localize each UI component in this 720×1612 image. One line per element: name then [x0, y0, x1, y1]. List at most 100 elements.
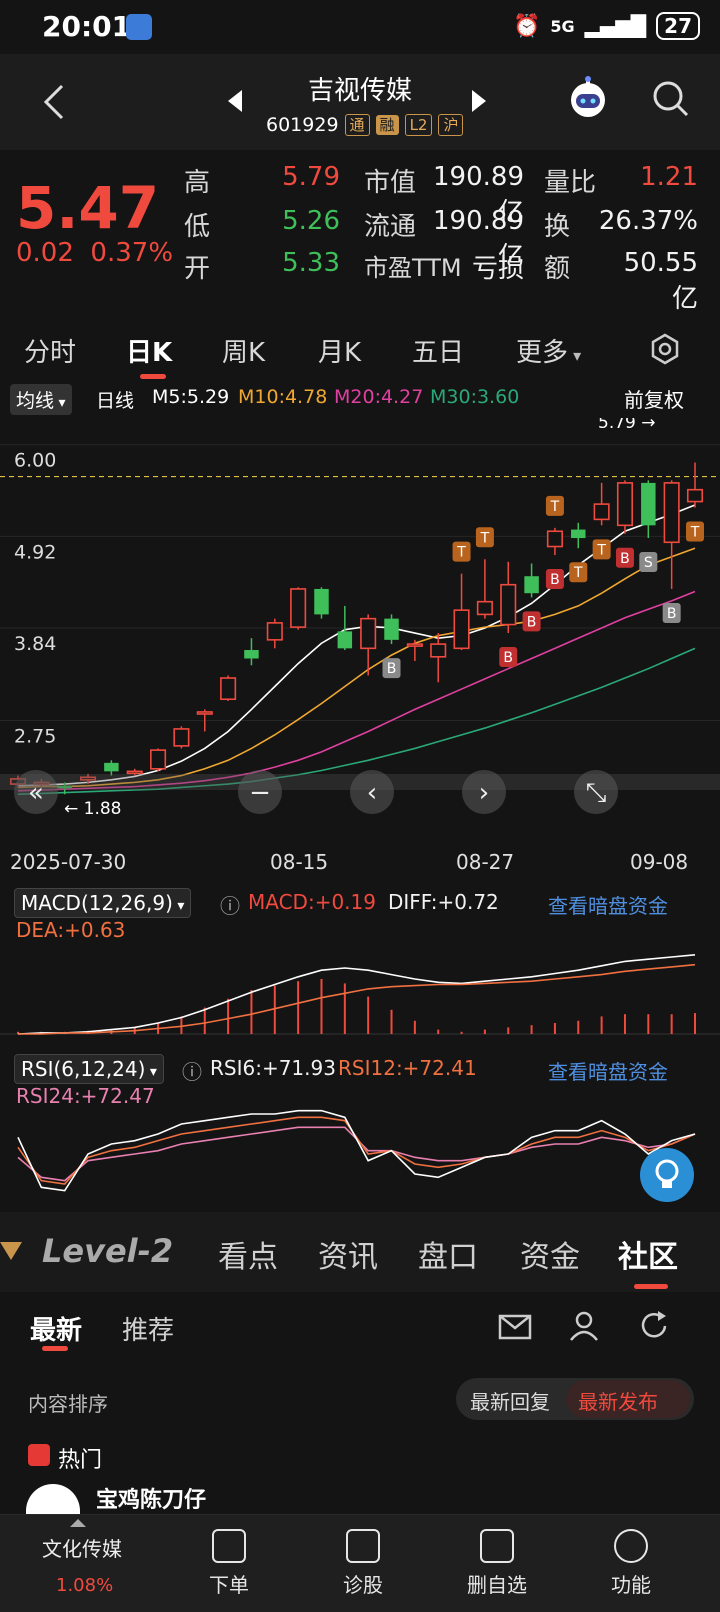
trade-marker-label: B: [620, 551, 630, 567]
ma-legend: 均线 ▾ 日线 M5:5.29 M10:4.78 M20:4.27 M30:3.…: [0, 382, 720, 418]
tab-fund-flow[interactable]: 资金: [520, 1232, 580, 1276]
tab-intraday[interactable]: 分时: [24, 332, 76, 369]
ma-dropdown[interactable]: 均线 ▾: [10, 384, 72, 415]
candle-body: [244, 650, 259, 659]
macd-value: MACD:+0.19: [248, 890, 376, 914]
turnover-label: 换: [544, 212, 571, 242]
status-bar: 20:01 ⏰ 5G ▂▄▆█ 27: [0, 0, 720, 54]
tab-news[interactable]: 资讯: [318, 1232, 378, 1276]
rsi-dark-fund-link[interactable]: 查看暗盘资金: [548, 1056, 668, 1085]
candle-body: [593, 503, 610, 521]
candle-body: [150, 749, 167, 770]
volratio-value: 1.21: [640, 162, 698, 192]
stock-code: 601929: [266, 114, 339, 136]
help-icon[interactable]: ⓘ: [182, 1056, 202, 1085]
assistant-robot-icon[interactable]: [566, 76, 610, 120]
tab-recommended[interactable]: 推荐: [122, 1310, 174, 1347]
trade-marker-label: T: [550, 499, 560, 515]
hot-section: 热门 宝鸡陈刀仔: [0, 1442, 720, 1514]
nav-diagnose[interactable]: 诊股: [308, 1529, 418, 1598]
sort-latest-reply[interactable]: 最新回复: [470, 1386, 550, 1415]
stock-code-row: 601929 通 融 L2 沪: [266, 114, 464, 136]
tab-level2[interactable]: Level-2: [42, 1232, 173, 1270]
lightbulb-icon[interactable]: [640, 1148, 694, 1202]
date-label-3: 09-08: [630, 850, 689, 874]
tab-daily-k[interactable]: 日K: [126, 332, 172, 369]
tag-rong: 融: [375, 115, 399, 135]
rsi-dropdown-label: RSI(6,12,24): [21, 1057, 146, 1081]
tab-five-day[interactable]: 五日: [412, 332, 464, 369]
nav-remove-watchlist[interactable]: 删自选: [442, 1529, 552, 1598]
rsi24-line: [17, 1126, 696, 1182]
macd-dropdown[interactable]: MACD(12,26,9) ▾: [14, 888, 192, 918]
nav-order[interactable]: 下单: [174, 1529, 284, 1598]
y-axis-labels: 6.00 4.92 3.84 2.75 5.79 → ← 1.88: [14, 418, 656, 819]
refresh-icon[interactable]: [638, 1310, 670, 1342]
tab-latest[interactable]: 最新: [30, 1310, 82, 1347]
ma30-value: M30:3.60: [430, 386, 520, 408]
help-icon[interactable]: ⓘ: [220, 890, 240, 919]
active-subtab-underline: [42, 1346, 68, 1351]
sector-name[interactable]: 文化传媒: [42, 1533, 122, 1562]
tag-l2: L2: [404, 114, 433, 136]
low-label: 低: [184, 212, 211, 242]
search-icon[interactable]: [650, 78, 690, 118]
period-label: 日线: [96, 390, 135, 412]
function-icon: [614, 1529, 648, 1563]
post-username[interactable]: 宝鸡陈刀仔: [96, 1482, 206, 1514]
amount-value: 50.55亿: [623, 248, 698, 314]
candle-body: [266, 622, 283, 641]
status-icons: ⏰ 5G ▂▄▆█ 27: [513, 12, 700, 40]
settings-icon[interactable]: [648, 332, 682, 366]
candle-body: [104, 762, 119, 772]
high-label: 高: [184, 168, 211, 198]
macd-dark-fund-link[interactable]: 查看暗盘资金: [548, 890, 668, 919]
trade-marker-label: B: [503, 650, 513, 666]
tab-more[interactable]: 更多 ▾: [516, 332, 581, 369]
change-value: 0.02: [16, 238, 74, 268]
nav-function[interactable]: 功能: [576, 1529, 686, 1598]
tab-monthly-k[interactable]: 月K: [318, 332, 361, 369]
mail-icon[interactable]: [498, 1312, 532, 1342]
candlestick-chart[interactable]: BTTBBBTTTB SBT 6.004.923.842.755.79 →← 1.…: [0, 418, 720, 838]
candle-body: [476, 600, 493, 616]
content-sorting: 内容排序 最新回复 最新发布: [0, 1372, 720, 1442]
m10-line: [17, 547, 696, 789]
volratio-label: 量比: [544, 168, 597, 198]
candle-body: [220, 677, 237, 701]
adjust-mode[interactable]: 前复权: [624, 384, 684, 413]
candle-body: [430, 643, 447, 658]
tab-weekly-k[interactable]: 周K: [222, 332, 265, 369]
sort-latest-post[interactable]: 最新发布: [578, 1386, 658, 1415]
tab-community[interactable]: 社区: [618, 1232, 678, 1276]
chart-period-tabs: 分时 日K 周K 月K 五日 更多 ▾: [0, 318, 720, 380]
candle-body: [616, 482, 634, 527]
tab-orderbook[interactable]: 盘口: [418, 1232, 478, 1276]
open-value: 5.33: [282, 248, 340, 278]
trade-marker-label: T: [690, 525, 700, 541]
user-icon[interactable]: [568, 1310, 600, 1342]
trade-marker-label: B: [527, 614, 537, 630]
battery-icon: 27: [656, 12, 700, 40]
trade-marker-label: B: [387, 661, 397, 677]
rsi12-line: [17, 1116, 696, 1185]
rsi-panel: RSI(6,12,24) ▾ ⓘ RSI6:+71.93 RSI12:+72.4…: [0, 1052, 720, 1207]
active-tab-underline: [140, 374, 166, 379]
ma20-value: M20:4.27: [334, 386, 424, 408]
date-label-0: 2025-07-30: [10, 850, 127, 874]
open-label: 开: [184, 254, 211, 284]
rsi6-value: RSI6:+71.93: [210, 1056, 336, 1080]
candle-body: [453, 609, 470, 650]
tab-highlights[interactable]: 看点: [218, 1232, 278, 1276]
next-stock-icon[interactable]: [472, 90, 486, 112]
stock-header: 吉视传媒 601929 通 融 L2 沪: [0, 54, 720, 150]
ma5-value: M5:5.29: [152, 386, 230, 408]
chart-control-icon: ›: [479, 778, 489, 808]
avatar[interactable]: [26, 1484, 80, 1514]
sector-change: 1.08%: [56, 1575, 114, 1596]
network-label: 5G: [550, 16, 575, 36]
trade-marker-label: T: [573, 565, 583, 581]
date-axis: 2025-07-30 08-15 08-27 09-08: [0, 842, 720, 880]
candle-body: [524, 576, 539, 594]
rsi-dropdown[interactable]: RSI(6,12,24) ▾: [14, 1054, 164, 1084]
